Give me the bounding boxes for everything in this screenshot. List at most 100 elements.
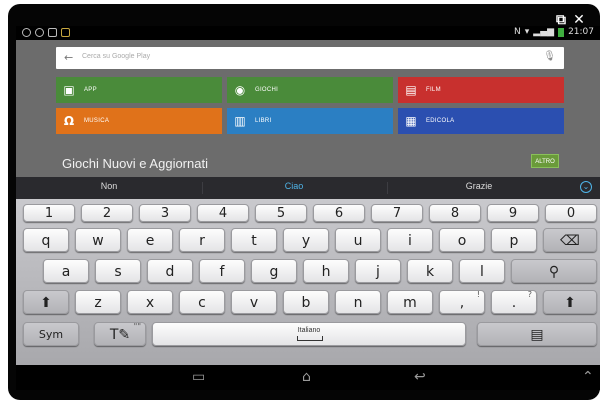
search-input[interactable]: Cerca su Google Play [82,53,150,60]
key-p[interactable]: p [491,228,537,252]
backspace-key[interactable]: ⌫ [543,228,597,252]
collapse-keyboard-icon[interactable]: ⌄ [580,181,592,193]
key-n[interactable]: n [335,290,381,314]
period-sub-label: ? [527,290,532,299]
sym-key[interactable]: Sym [23,322,79,346]
suggestion-right[interactable]: Grazie [389,181,569,191]
shift-icon: ⬆ [564,295,576,311]
key-q[interactable]: q [23,228,69,252]
newsstand-icon: ▦ [405,114,417,128]
microphone-icon[interactable]: 🎙 [543,51,556,62]
key-m[interactable]: m [387,290,433,314]
window-controls: ⧉ ✕ [554,13,586,27]
space-key[interactable]: Italiano [152,322,466,346]
key-r[interactable]: r [179,228,225,252]
key-e[interactable]: e [127,228,173,252]
back-icon[interactable]: ↩ [414,369,426,385]
key-o[interactable]: o [439,228,485,252]
key-y[interactable]: y [283,228,329,252]
key-x[interactable]: x [127,290,173,314]
battery-icon [558,27,565,37]
search-bar[interactable]: ← Cerca su Google Play 🎙 [56,47,564,69]
space-language-label: Italiano [297,327,321,334]
eye-icon [35,28,44,37]
comma-sub-label: ! [476,290,480,299]
tile-label: EDICOLA [426,118,455,124]
tile-app[interactable]: ▣ APP [56,77,222,103]
key-6[interactable]: 6 [313,204,365,222]
key-period[interactable]: . ? [491,290,537,314]
key-u[interactable]: u [335,228,381,252]
home-icon[interactable]: ⌂ [302,369,311,385]
key-k[interactable]: k [407,259,453,283]
clipboard-key[interactable]: ▤ [477,322,597,346]
key-comma[interactable]: , ! [439,290,485,314]
nfc-icon: N [514,27,521,37]
more-button[interactable]: ALTRO [531,154,559,168]
key-i[interactable]: i [387,228,433,252]
device-screen: N ▾ ▂▄▆ 21:07 ← Cerca su Google Play 🎙 ▣… [16,26,600,390]
signal-icon: ▂▄▆ [533,27,555,37]
film-icon: ▤ [405,83,417,97]
comma-label: , [459,295,465,311]
suggestion-middle[interactable]: Ciao [204,181,384,191]
chevron-up-icon[interactable]: ⌃ [582,369,594,385]
key-f[interactable]: f [199,259,245,283]
key-v[interactable]: v [231,290,277,314]
system-icons: N ▾ ▂▄▆ 21:07 [514,27,594,37]
tile-film[interactable]: ▤ FILM [398,77,564,103]
divider [202,182,203,194]
key-a[interactable]: a [43,259,89,283]
key-w[interactable]: w [75,228,121,252]
key-7[interactable]: 7 [371,204,423,222]
key-0[interactable]: 0 [545,204,597,222]
suggestion-bar: Non Ciao Grazie ⌄ [16,177,600,199]
text-tool-key[interactable]: T✎ "" [94,322,146,346]
key-5[interactable]: 5 [255,204,307,222]
close-icon[interactable]: ✕ [572,13,586,27]
key-c[interactable]: c [179,290,225,314]
search-key[interactable]: ⚲ [511,259,597,283]
key-h[interactable]: h [303,259,349,283]
tile-giochi[interactable]: ◉ GIOCHI [227,77,393,103]
key-2[interactable]: 2 [81,204,133,222]
key-8[interactable]: 8 [429,204,481,222]
book-icon: ▥ [234,114,246,128]
wifi-icon: ▾ [524,27,530,37]
tile-libri[interactable]: ▥ LIBRI [227,108,393,134]
backspace-icon: ⌫ [560,233,580,249]
tile-label: GIOCHI [255,87,279,93]
shift-icon: ⬆ [40,295,52,311]
clock: 21:07 [568,27,594,37]
key-t[interactable]: t [231,228,277,252]
shift-key-right[interactable]: ⬆ [543,290,597,314]
key-3[interactable]: 3 [139,204,191,222]
key-j[interactable]: j [355,259,401,283]
key-1[interactable]: 1 [23,204,75,222]
key-b[interactable]: b [283,290,329,314]
download-icon [61,28,70,37]
section-title: Giochi Nuovi e Aggiornati [62,156,208,171]
play-store-home: ← Cerca su Google Play 🎙 ▣ APP ◉ GIOCHI … [16,40,600,177]
voicemail-icon [22,28,31,37]
text-tool-sub-label: "" [133,322,141,331]
key-z[interactable]: z [75,290,121,314]
key-g[interactable]: g [251,259,297,283]
key-d[interactable]: d [147,259,193,283]
recent-apps-icon[interactable]: ▭ [192,369,205,385]
headphones-icon: Ω [63,114,75,128]
gamepad-icon: ◉ [234,83,246,97]
tile-edicola[interactable]: ▦ EDICOLA [398,108,564,134]
key-4[interactable]: 4 [197,204,249,222]
popout-icon[interactable]: ⧉ [554,13,568,27]
tile-musica[interactable]: Ω MUSICA [56,108,222,134]
key-s[interactable]: s [95,259,141,283]
key-l[interactable]: l [459,259,505,283]
tile-label: APP [84,87,97,93]
shift-key-left[interactable]: ⬆ [23,290,69,314]
screenshot-icon [48,28,57,37]
status-bar: N ▾ ▂▄▆ 21:07 [16,26,600,40]
back-arrow-icon[interactable]: ← [64,51,73,64]
key-9[interactable]: 9 [487,204,539,222]
suggestion-left[interactable]: Non [19,181,199,191]
